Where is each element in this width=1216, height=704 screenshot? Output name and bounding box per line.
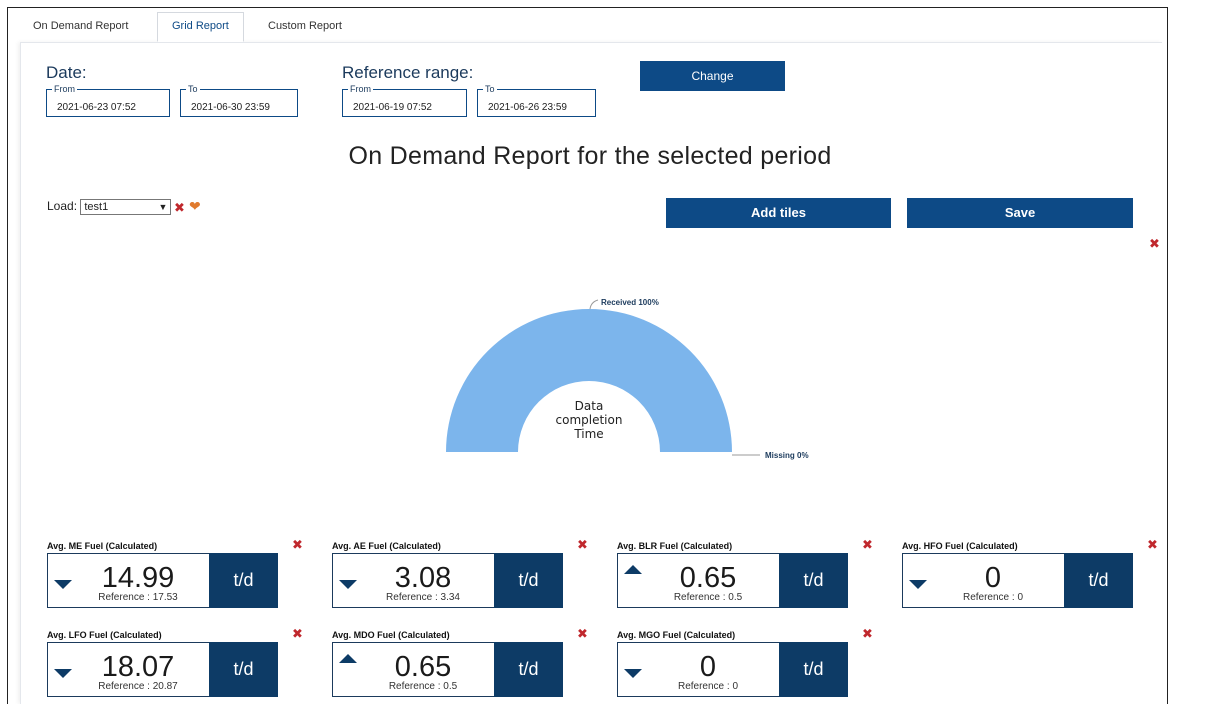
tile-title: Avg. AE Fuel (Calculated) (332, 541, 441, 551)
date-from-field[interactable]: From 2021-06-23 07:52 (46, 83, 170, 117)
tile-title: Avg. LFO Fuel (Calculated) (47, 630, 162, 640)
load-select-value: test1 (84, 201, 109, 213)
tile-reference: Reference : 20.87 (98, 681, 178, 692)
metric-tile: 0 Reference : 0 t/d (617, 642, 848, 697)
tile-reference: Reference : 0 (962, 592, 1024, 603)
favorite-heart-icon[interactable]: ❤ (189, 198, 201, 215)
remove-tile-icon[interactable]: ✖ (292, 626, 303, 642)
tile-value: 0 (984, 562, 1002, 594)
add-tiles-button[interactable]: Add tiles (666, 198, 891, 228)
tile-value: 0 (699, 651, 717, 683)
date-to-field[interactable]: To 2021-06-30 23:59 (180, 83, 298, 117)
received-label-connector (589, 299, 599, 310)
tile-value: 3.08 (394, 562, 452, 594)
remove-tile-icon[interactable]: ✖ (577, 626, 588, 642)
load-select[interactable]: test1 ▼ (80, 199, 172, 215)
tile-reference: Reference : 17.53 (98, 592, 178, 603)
reference-from-legend: From (348, 83, 373, 95)
tile-reference: Reference : 0 (677, 681, 739, 692)
tab-grid-report[interactable]: Grid Report (157, 12, 244, 42)
received-label: Received 100% (601, 298, 659, 307)
reference-to-legend: To (483, 83, 497, 95)
reference-from-value: 2021-06-19 07:52 (353, 102, 432, 113)
remove-tile-icon[interactable]: ✖ (862, 537, 873, 553)
metric-tile: 3.08 Reference : 3.34 t/d (332, 553, 563, 608)
remove-tile-icon[interactable]: ✖ (862, 626, 873, 642)
reference-from-field[interactable]: From 2021-06-19 07:52 (342, 83, 467, 117)
page-title: On Demand Report for the selected period (348, 142, 832, 170)
tile-unit: t/d (779, 642, 848, 697)
data-completion-chart: Received 100% Missing 0% Data completion… (446, 298, 809, 460)
tab-custom-report[interactable]: Custom Report (268, 13, 342, 41)
tile-unit: t/d (209, 642, 278, 697)
date-title: Date: (46, 63, 87, 82)
delete-load-icon[interactable]: ✖ (174, 200, 185, 216)
load-row: Load: test1 ▼ (47, 199, 172, 215)
center-label-line-1: Data (575, 399, 604, 413)
tile-value: 14.99 (101, 562, 175, 594)
tile-title: Avg. HFO Fuel (Calculated) (902, 541, 1018, 551)
remove-tile-icon[interactable]: ✖ (1147, 537, 1158, 553)
reference-to-value: 2021-06-26 23:59 (488, 102, 567, 113)
metric-tile: 0 Reference : 0 t/d (902, 553, 1133, 608)
remove-tile-icon[interactable]: ✖ (577, 537, 588, 553)
date-to-value: 2021-06-30 23:59 (191, 102, 270, 113)
center-label-line-3: Time (573, 427, 603, 441)
tile-title: Avg. BLR Fuel (Calculated) (617, 541, 733, 551)
date-to-legend: To (186, 83, 200, 95)
tile-reference: Reference : 0.5 (388, 681, 458, 692)
reference-range-title: Reference range: (342, 63, 474, 82)
tile-unit: t/d (494, 642, 563, 697)
tile-title: Avg. MGO Fuel (Calculated) (617, 630, 736, 640)
reference-to-field[interactable]: To 2021-06-26 23:59 (477, 83, 596, 117)
remove-tile-icon[interactable]: ✖ (292, 537, 303, 553)
change-button[interactable]: Change (640, 61, 785, 91)
metric-tile: 14.99 Reference : 17.53 t/d (47, 553, 278, 608)
load-label: Load: (47, 199, 78, 214)
tile-value: 0.65 (679, 562, 737, 594)
tab-on-demand-report[interactable]: On Demand Report (33, 13, 128, 41)
metric-tile: 0.65 Reference : 0.5 t/d (332, 642, 563, 697)
chevron-down-icon: ▼ (158, 202, 168, 212)
remove-chart-icon[interactable]: ✖ (1149, 236, 1160, 252)
tile-value: 0.65 (394, 651, 452, 683)
tile-unit: t/d (209, 553, 278, 608)
tile-title: Avg. ME Fuel (Calculated) (47, 541, 158, 551)
tile-unit: t/d (1064, 553, 1133, 608)
center-label-line-2: completion (556, 413, 623, 427)
missing-label: Missing 0% (765, 451, 809, 460)
tile-unit: t/d (494, 553, 563, 608)
tile-reference: Reference : 3.34 (386, 592, 460, 603)
metric-tile: 18.07 Reference : 20.87 t/d (47, 642, 278, 697)
tile-reference: Reference : 0.5 (673, 592, 743, 603)
save-button[interactable]: Save (907, 198, 1133, 228)
date-from-value: 2021-06-23 07:52 (57, 102, 136, 113)
tile-title: Avg. MDO Fuel (Calculated) (332, 630, 450, 640)
date-from-legend: From (52, 83, 77, 95)
tile-value: 18.07 (101, 651, 175, 683)
tile-unit: t/d (779, 553, 848, 608)
metric-tile: 0.65 Reference : 0.5 t/d (617, 553, 848, 608)
